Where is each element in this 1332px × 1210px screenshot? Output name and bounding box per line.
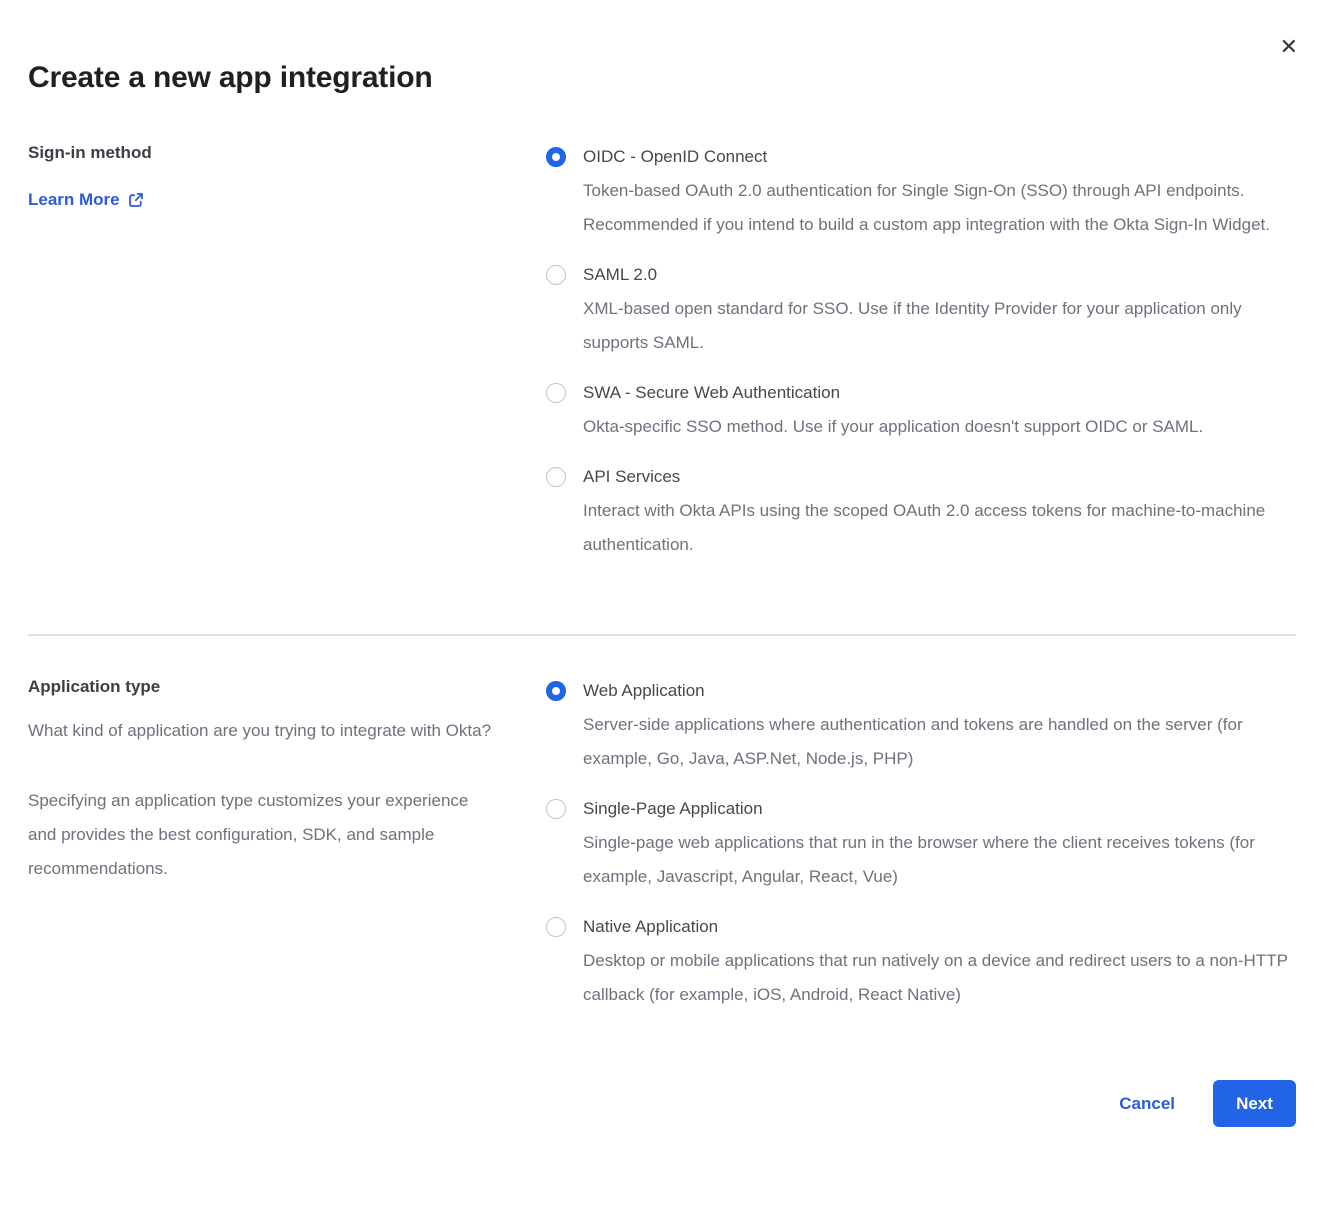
signin-method-left-column: Sign-in method Learn More bbox=[28, 140, 546, 578]
radio-native-application[interactable] bbox=[546, 917, 566, 937]
application-type-section: Application type What kind of applicatio… bbox=[28, 674, 1296, 1028]
next-button[interactable]: Next bbox=[1213, 1080, 1296, 1127]
radio-option-oidc-label: OIDC - OpenID Connect bbox=[583, 140, 1295, 174]
radio-option-single-page-application-label: Single-Page Application bbox=[583, 792, 1295, 826]
dialog-footer: Cancel Next bbox=[28, 1080, 1296, 1127]
radio-web-application[interactable] bbox=[546, 681, 566, 701]
radio-option-swa[interactable]: SWA - Secure Web Authentication Okta-spe… bbox=[546, 376, 1296, 444]
signin-method-label: Sign-in method bbox=[28, 140, 546, 166]
radio-api-services[interactable] bbox=[546, 467, 566, 487]
radio-option-api-services[interactable]: API Services Interact with Okta APIs usi… bbox=[546, 460, 1296, 562]
radio-option-saml[interactable]: SAML 2.0 XML-based open standard for SSO… bbox=[546, 258, 1296, 360]
close-icon[interactable]: ✕ bbox=[1280, 36, 1298, 58]
application-type-intro-1: What kind of application are you trying … bbox=[28, 714, 500, 748]
radio-option-api-services-label: API Services bbox=[583, 460, 1295, 494]
create-app-integration-dialog: ✕ Create a new app integration Sign-in m… bbox=[0, 0, 1332, 1210]
signin-method-section: Sign-in method Learn More OIDC - OpenID … bbox=[28, 140, 1296, 578]
page-title: Create a new app integration bbox=[28, 60, 1296, 96]
application-type-intro-2: Specifying an application type customize… bbox=[28, 784, 500, 886]
radio-option-native-application-description: Desktop or mobile applications that run … bbox=[583, 944, 1295, 1012]
radio-option-saml-label: SAML 2.0 bbox=[583, 258, 1295, 292]
external-link-icon bbox=[128, 192, 144, 208]
application-type-options: Web Application Server-side applications… bbox=[546, 674, 1296, 1028]
radio-option-swa-description: Okta-specific SSO method. Use if your ap… bbox=[583, 410, 1203, 444]
section-divider bbox=[28, 634, 1296, 636]
learn-more-label: Learn More bbox=[28, 190, 120, 210]
radio-single-page-application[interactable] bbox=[546, 799, 566, 819]
radio-option-web-application[interactable]: Web Application Server-side applications… bbox=[546, 674, 1296, 776]
cancel-button[interactable]: Cancel bbox=[1119, 1094, 1175, 1114]
radio-option-swa-label: SWA - Secure Web Authentication bbox=[583, 376, 1203, 410]
radio-option-web-application-description: Server-side applications where authentic… bbox=[583, 708, 1295, 776]
radio-saml[interactable] bbox=[546, 265, 566, 285]
application-type-label: Application type bbox=[28, 674, 546, 700]
learn-more-link[interactable]: Learn More bbox=[28, 190, 144, 210]
radio-swa[interactable] bbox=[546, 383, 566, 403]
application-type-left-column: Application type What kind of applicatio… bbox=[28, 674, 546, 1028]
radio-option-native-application[interactable]: Native Application Desktop or mobile app… bbox=[546, 910, 1296, 1012]
radio-option-saml-description: XML-based open standard for SSO. Use if … bbox=[583, 292, 1295, 360]
signin-method-options: OIDC - OpenID Connect Token-based OAuth … bbox=[546, 140, 1296, 578]
radio-oidc[interactable] bbox=[546, 147, 566, 167]
radio-option-native-application-label: Native Application bbox=[583, 910, 1295, 944]
radio-option-oidc[interactable]: OIDC - OpenID Connect Token-based OAuth … bbox=[546, 140, 1296, 242]
radio-option-api-services-description: Interact with Okta APIs using the scoped… bbox=[583, 494, 1295, 562]
radio-option-single-page-application-description: Single-page web applications that run in… bbox=[583, 826, 1295, 894]
radio-option-single-page-application[interactable]: Single-Page Application Single-page web … bbox=[546, 792, 1296, 894]
radio-option-web-application-label: Web Application bbox=[583, 674, 1295, 708]
radio-option-oidc-description: Token-based OAuth 2.0 authentication for… bbox=[583, 174, 1295, 242]
